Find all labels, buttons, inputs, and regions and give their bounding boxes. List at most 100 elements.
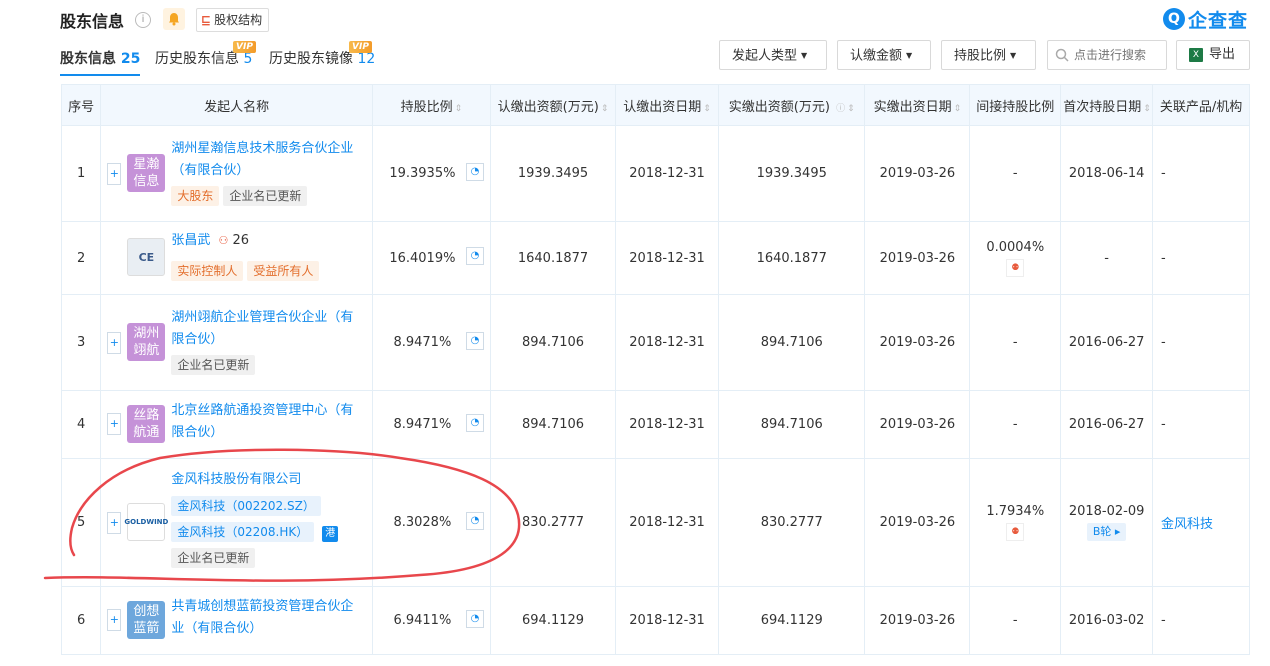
sort-icon: ⇕ (953, 103, 962, 114)
logo-icon: Q (1162, 8, 1185, 30)
header-label: 持股比例 (400, 99, 453, 115)
related-product-link[interactable]: 金风科技 (1161, 517, 1213, 532)
equity-structure-button[interactable]: ⊑ 股权结构 (196, 8, 270, 32)
expand-icon[interactable]: + (107, 163, 122, 185)
company-name-link[interactable]: 北京丝路航通投资管理中心（有限合伙） (171, 400, 361, 444)
ratio-value: 8.9471% (393, 417, 452, 432)
tag-name-updated: 企业名已更新 (223, 186, 308, 206)
bell-icon[interactable] (163, 8, 185, 30)
pie-chart-icon[interactable]: ◔ (465, 162, 484, 181)
round-label: B轮 (1092, 525, 1112, 538)
tag-name-updated: 企业名已更新 (171, 355, 256, 375)
caret-down-icon: ▼ (906, 51, 913, 60)
sort-icon: ⇕ (847, 103, 855, 114)
related-product: - (1152, 125, 1250, 222)
sub-date: 2018-12-31 (615, 586, 720, 655)
expand-icon[interactable]: + (107, 609, 122, 631)
stock-tag-sz[interactable]: 金风科技（002202.SZ） (171, 496, 321, 516)
sort-icon: ⇕ (1143, 103, 1151, 114)
sub-amount: 894.7106 (489, 390, 617, 459)
first-date: 2016-06-27 (1060, 294, 1154, 391)
tab-history-shareholders[interactable]: VIP 历史股东信息 5 (155, 41, 256, 68)
first-date: 2016-03-02 (1060, 586, 1154, 655)
pie-chart-icon[interactable]: ◔ (465, 331, 484, 350)
name-cell: + 湖州翊航 湖州翊航企业管理合伙企业（有限合伙） 企业名已更新 (100, 294, 373, 391)
stock-tag-hk[interactable]: 金风科技（02208.HK） (171, 522, 315, 542)
ratio-cell: 8.3028% ◔ (371, 458, 491, 587)
expand-icon[interactable]: + (107, 512, 122, 534)
sub-amount: 1640.1877 (489, 221, 617, 295)
sort-icon: ⇕ (703, 103, 711, 114)
sub-amount: 830.2777 (489, 458, 617, 587)
equity-structure-icon: ⊑ (201, 13, 212, 27)
header-label: 发起人名称 (204, 99, 270, 115)
export-button[interactable]: X 导出 (1176, 40, 1250, 70)
sort-icon: ⇕ (454, 103, 463, 114)
col-header-sub-date[interactable]: 认缴出资日期 ⇕ (615, 84, 720, 126)
info-icon[interactable]: i (135, 12, 151, 28)
table-row: 5 + GOLDWIND 金风科技股份有限公司 金风科技（002202.SZ） … (60, 458, 1250, 587)
tab-label: 历史股东镜像 (269, 51, 353, 67)
section-header: 股东信息 i ⊑ 股权结构 Q 企查查 (0, 0, 1270, 40)
info-icon: ⓘ (836, 103, 846, 114)
row-number: 1 (60, 125, 102, 222)
name-cell: + 星瀚信息 湖州星瀚信息技术服务合伙企业（有限合伙） 大股东 企业名已更新 (100, 125, 373, 222)
pie-chart-icon[interactable]: ◔ (465, 511, 484, 530)
col-header-sub-amount[interactable]: 认缴出资额(万元) ⇕ (489, 84, 617, 126)
table-row: 6 + 创想蓝箭 共青城创想蓝箭投资管理合伙企业（有限合伙） 6.9411% ◔ … (60, 586, 1250, 655)
excel-icon: X (1189, 48, 1203, 62)
ratio-cell: 8.9471% ◔ (371, 390, 491, 459)
tab-history-mirror[interactable]: VIP 历史股东镜像 12 (269, 41, 376, 68)
tag-beneficiary: 受益所有人 (247, 261, 320, 281)
expand-icon[interactable]: + (107, 413, 122, 435)
header-label: 认缴出资额(万元) (497, 99, 599, 115)
tab-shareholders[interactable]: 股东信息 25 (60, 48, 141, 76)
tab-count: 5 (243, 51, 253, 67)
ratio-cell: 16.4019% ◔ (371, 221, 491, 295)
filter-label: 认缴金额 (850, 48, 903, 64)
company-name-link[interactable]: 湖州星瀚信息技术服务合伙企业（有限合伙） (171, 138, 361, 182)
ratio-value: 8.9471% (393, 335, 452, 350)
col-header-name: 发起人名称 (100, 84, 373, 126)
ratio-filter[interactable]: 持股比例 ▼ (941, 40, 1036, 70)
indirect-cell: 1.7934% ⚉ (969, 458, 1062, 587)
relation-count[interactable]: 26 (233, 233, 250, 248)
search-input[interactable] (1072, 47, 1168, 63)
company-name-link[interactable]: 湖州翊航企业管理合伙企业（有限合伙） (171, 307, 361, 351)
col-header-first-date[interactable]: 首次持股日期 ⇕ (1060, 84, 1154, 126)
name-cell: + GOLDWIND 金风科技股份有限公司 金风科技（002202.SZ） 金风… (100, 458, 373, 587)
penetration-icon[interactable]: ⚉ (1006, 258, 1025, 277)
header-label: 关联产品/机构 (1159, 99, 1243, 115)
paid-date: 2019-03-26 (864, 458, 971, 587)
paid-amount: 894.7106 (718, 390, 866, 459)
tag-major-shareholder: 大股东 (171, 186, 220, 206)
funding-round-button[interactable]: B轮 ▸ (1086, 523, 1127, 541)
paid-amount: 894.7106 (718, 294, 866, 391)
pie-chart-icon[interactable]: ◔ (465, 413, 484, 432)
col-header-ratio[interactable]: 持股比例 ⇕ (371, 84, 491, 126)
ratio-cell: 8.9471% ◔ (371, 294, 491, 391)
tag-name-updated: 企业名已更新 (171, 548, 256, 568)
filter-label: 持股比例 (954, 48, 1007, 64)
goldwind-logo: GOLDWIND (124, 503, 168, 541)
ratio-cell: 6.9411% ◔ (371, 586, 491, 655)
col-header-paid-amount[interactable]: 实缴出资额(万元) ⓘ ⇕ (718, 84, 866, 126)
company-name-link[interactable]: 共青城创想蓝箭投资管理合伙企业（有限合伙） (171, 596, 361, 640)
amount-filter[interactable]: 认缴金额 ▼ (837, 40, 931, 70)
expand-icon[interactable]: + (107, 332, 122, 354)
penetration-icon[interactable]: ⚉ (1006, 523, 1025, 541)
tab-count: 12 (357, 51, 376, 67)
sub-date: 2018-12-31 (615, 294, 720, 391)
indirect-ratio: 1.7934% (986, 504, 1045, 519)
search-box (1047, 40, 1168, 70)
person-name[interactable]: 张昌武 (171, 233, 210, 248)
related-cell: 金风科技 (1152, 458, 1250, 587)
company-name-link[interactable]: 金风科技股份有限公司 (171, 469, 361, 491)
pie-chart-icon[interactable]: ◔ (465, 609, 484, 628)
pie-chart-icon[interactable]: ◔ (465, 247, 484, 265)
section-title: 股东信息 (60, 12, 125, 31)
promoter-type-filter[interactable]: 发起人类型 ▼ (719, 40, 827, 70)
ratio-value: 19.3935% (389, 166, 456, 181)
col-header-paid-date[interactable]: 实缴出资日期 ⇕ (864, 84, 971, 126)
tag-group: 企业名已更新 (171, 355, 259, 375)
